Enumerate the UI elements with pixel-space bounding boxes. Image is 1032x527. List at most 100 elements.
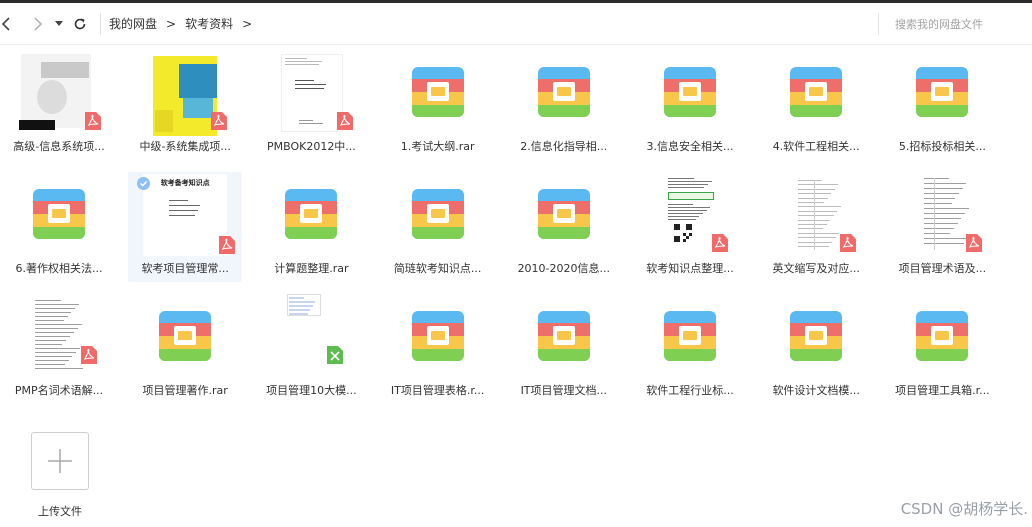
document-line	[289, 301, 316, 303]
pdf-badge-icon	[219, 236, 236, 254]
archive-file-item[interactable]: 项目管理著作.rar	[128, 294, 242, 404]
document-title: 软考备考知识点	[160, 179, 210, 187]
archive-icon	[916, 67, 969, 117]
archive-icon	[916, 311, 969, 361]
file-name: 5.招标投标相关...	[898, 140, 986, 153]
pdf-file-item[interactable]: 英文缩写及对应...	[759, 172, 873, 282]
search-divider	[878, 13, 879, 35]
pdf-file-item[interactable]: 高级-信息系统项...	[2, 50, 116, 160]
archive-file-item[interactable]: 项目管理工具箱.r...	[885, 294, 999, 404]
file-name: 英文缩写及对应...	[772, 262, 860, 275]
document-line	[289, 305, 314, 307]
table-column-line	[814, 180, 816, 250]
pdf-badge-icon	[840, 234, 857, 252]
document-line	[289, 297, 305, 299]
document-line	[295, 88, 325, 89]
archive-file-item[interactable]: 5.招标投标相关...	[885, 50, 999, 160]
document-line	[798, 184, 839, 186]
file-name: 2010-2020信息...	[517, 262, 611, 275]
file-name: IT项目管理表格.r...	[390, 384, 485, 397]
archive-file-item[interactable]: 软件设计文档模...	[759, 294, 873, 404]
document-line	[798, 241, 833, 243]
pdf-file-item[interactable]: 软考备考知识点 软考项目管理常...	[128, 172, 243, 282]
archive-file-item[interactable]: 简琏软考知识点...	[381, 172, 495, 282]
history-dropdown-button[interactable]	[52, 12, 66, 36]
archive-icon	[537, 67, 590, 117]
breadcrumb-current[interactable]: 软考资料	[185, 15, 233, 32]
file-thumbnail	[17, 294, 101, 378]
document-line	[35, 300, 61, 301]
back-button[interactable]	[0, 12, 18, 36]
document-line	[668, 178, 694, 179]
breadcrumb-root[interactable]: 我的网盘	[109, 15, 157, 32]
document-cover-band	[37, 80, 67, 114]
breadcrumb-separator: >	[242, 16, 253, 31]
file-thumbnail	[648, 172, 732, 256]
document-line	[798, 228, 824, 230]
document-line	[285, 64, 320, 65]
file-thumbnail	[648, 50, 732, 134]
document-line	[169, 210, 199, 211]
upload-button[interactable]	[31, 432, 89, 490]
document-line	[35, 328, 78, 329]
archive-icon	[285, 189, 338, 239]
archive-file-item[interactable]: 4.软件工程相关...	[759, 50, 873, 160]
refresh-button[interactable]	[68, 12, 92, 36]
document-line	[35, 356, 72, 357]
archive-file-item[interactable]: 1.考试大纲.rar	[381, 50, 495, 160]
archive-icon	[790, 311, 843, 361]
archive-file-item[interactable]: 6.著作权相关法...	[2, 172, 116, 282]
document-cover-band	[183, 98, 214, 118]
document-line	[299, 120, 314, 121]
archive-icon	[537, 189, 590, 239]
pdf-file-item[interactable]: 项目管理术语及...	[885, 172, 999, 282]
archive-file-item[interactable]: 2010-2020信息...	[507, 172, 621, 282]
document-line	[924, 198, 956, 199]
file-thumbnail	[269, 294, 353, 378]
document-line	[798, 180, 823, 181]
archive-icon	[664, 311, 716, 361]
document-line	[798, 188, 836, 190]
document-cover-band	[41, 62, 89, 78]
pdf-badge-icon	[712, 234, 728, 252]
forward-button[interactable]	[26, 12, 50, 36]
archive-file-item[interactable]: 2.信息化指导相...	[507, 50, 621, 160]
document-line	[924, 193, 960, 194]
document-line	[924, 203, 953, 204]
refresh-icon	[74, 18, 86, 29]
document-line	[295, 84, 327, 85]
document-line	[35, 344, 62, 345]
file-name: IT项目管理文档...	[520, 384, 608, 397]
document-line	[924, 178, 950, 179]
document-line	[35, 368, 83, 369]
pdf-file-item[interactable]: 软考知识点整理...	[633, 172, 747, 282]
chevron-left-icon	[1, 16, 10, 31]
caret-down-icon	[55, 20, 63, 26]
pdf-badge-icon	[85, 112, 101, 130]
file-name: 4.软件工程相关...	[772, 140, 860, 153]
archive-file-item[interactable]: 计算题整理.rar	[254, 172, 368, 282]
pdf-file-item[interactable]: PMP名词术语解...	[2, 294, 116, 404]
document-line	[289, 313, 309, 315]
document-line	[924, 188, 964, 189]
archive-file-item[interactable]: 3.信息安全相关...	[633, 50, 747, 160]
file-thumbnail	[269, 50, 354, 134]
file-name: 软件设计文档模...	[772, 384, 860, 397]
pdf-file-item[interactable]: PMBOK2012中...	[254, 50, 368, 160]
pdf-file-item[interactable]: 中级-系统集成项...	[128, 50, 242, 160]
file-thumbnail	[900, 50, 984, 134]
search-input[interactable]	[895, 17, 1032, 31]
document-line	[924, 238, 968, 239]
excel-badge-icon	[327, 346, 344, 364]
archive-file-item[interactable]: IT项目管理表格.r...	[381, 294, 495, 404]
archive-file-item[interactable]: 软件工程行业标...	[633, 294, 747, 404]
document-line	[668, 207, 710, 208]
archive-file-item[interactable]: IT项目管理文档...	[507, 294, 621, 404]
document-line	[35, 316, 68, 317]
table-column-line	[934, 178, 936, 250]
spreadsheet-file-item[interactable]: 项目管理10大模...	[254, 294, 368, 404]
pdf-badge-icon	[966, 234, 983, 252]
file-thumbnail	[774, 50, 858, 134]
file-name: 项目管理10大模...	[266, 384, 357, 397]
archive-icon	[159, 311, 212, 361]
